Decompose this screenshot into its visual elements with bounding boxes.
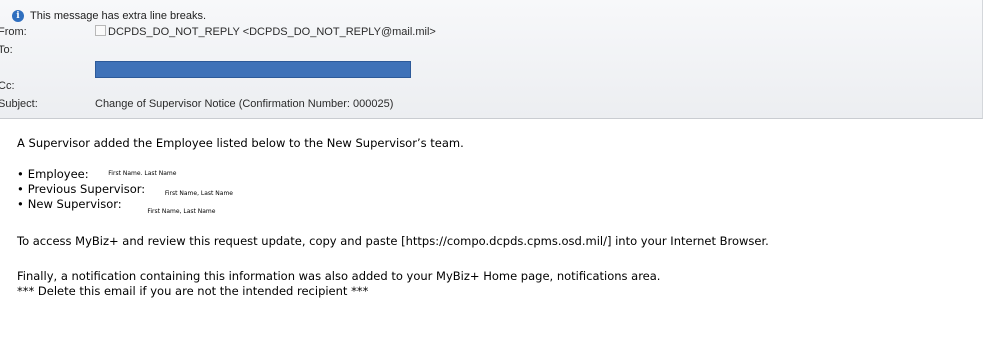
bullet-value: First Name, Last Name: [147, 208, 216, 215]
bullet-icon: •: [17, 167, 24, 181]
bullet-icon: •: [17, 182, 24, 196]
finally-text: Finally, a notification containing this …: [17, 269, 661, 283]
bullet-label: Previous Supervisor:: [27, 182, 146, 196]
subject-label: Subject:: [0, 98, 38, 110]
sender-status-icon: [95, 25, 106, 36]
intro-text: A Supervisor added the Employee listed b…: [17, 136, 464, 150]
bullet-value: First Name. Last Name: [108, 170, 177, 177]
bullet-employee: • Employee: First Name. Last Name: [17, 167, 176, 181]
cc-label: Cc:: [0, 80, 15, 92]
from-label: From:: [0, 26, 27, 38]
info-bar[interactable]: i This message has extra line breaks.: [12, 9, 206, 23]
from-value[interactable]: DCPDS_DO_NOT_REPLY <DCPDS_DO_NOT_REPLY@m…: [108, 26, 436, 38]
bullet-icon: •: [17, 197, 24, 211]
to-label: To:: [0, 44, 13, 56]
redacted-recipient: [95, 61, 411, 78]
info-bar-text: This message has extra line breaks.: [30, 10, 207, 22]
subject-value: Change of Supervisor Notice (Confirmatio…: [95, 98, 394, 110]
delete-notice: *** Delete this email if you are not the…: [17, 284, 369, 298]
message-header: i This message has extra line breaks. Fr…: [0, 0, 983, 119]
access-text[interactable]: To access MyBiz+ and review this request…: [17, 234, 769, 248]
bullet-new-supervisor: • New Supervisor: First Name, Last Name: [17, 197, 215, 219]
bullet-label: Employee:: [27, 167, 89, 181]
from-field[interactable]: DCPDS_DO_NOT_REPLY <DCPDS_DO_NOT_REPLY@m…: [95, 25, 436, 39]
info-icon: i: [12, 10, 24, 22]
bullet-label: New Supervisor:: [27, 197, 122, 211]
